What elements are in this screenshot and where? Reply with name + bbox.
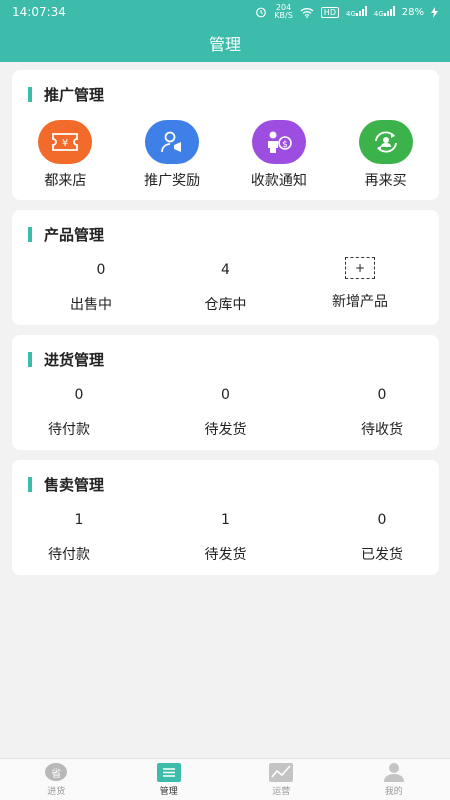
promo-label: 推广奖励 <box>144 173 201 189</box>
chart-icon <box>269 762 294 782</box>
user-icon <box>382 762 406 782</box>
promo-item-reward[interactable]: 推广奖励 <box>119 120 226 190</box>
tab-operations[interactable]: 运营 <box>225 759 338 800</box>
add-icon: + <box>345 257 375 279</box>
person-refresh-icon <box>358 120 413 164</box>
products-stats: 0 出售中 4 仓库中 + 新增产品 <box>12 257 439 314</box>
stat-label: 新增产品 <box>332 294 388 310</box>
tab-label: 我的 <box>384 787 403 797</box>
stat-value: 1 <box>74 512 84 528</box>
promo-item-buy-again[interactable]: 再来买 <box>332 120 439 190</box>
svg-text:$: $ <box>282 140 288 150</box>
status-icons: 204 KB/S HD 4G 4G 28% <box>255 4 438 20</box>
stat-value: 1 <box>221 512 230 528</box>
status-bar: 14:07:34 204 KB/S HD 4G 4G 28% <box>0 0 450 24</box>
tab-label: 运营 <box>272 787 291 797</box>
page-header: 管理 <box>0 24 450 62</box>
promotion-card: 推广管理 ¥ 都来店 推广奖励 $ 收款通知 再来买 <box>12 70 439 200</box>
sales-title: 售卖管理 <box>28 474 104 495</box>
tab-mine[interactable]: 我的 <box>338 759 450 800</box>
stat-pending-payment[interactable]: 1 待付款 <box>24 510 114 564</box>
stat-value: 0 <box>221 387 230 403</box>
stat-label: 待发货 <box>204 422 247 438</box>
purchase-card: 进货管理 0 待付款 0 待发货 0 待收货 <box>12 335 439 450</box>
stat-pending-shipment[interactable]: 0 待发货 <box>181 385 271 439</box>
bottom-tab-bar: 省 进货 管理 运营 我的 <box>0 758 450 800</box>
promo-label: 再来买 <box>364 173 407 189</box>
stat-pending-shipment[interactable]: 1 待发货 <box>181 510 271 564</box>
title-accent-bar <box>28 352 32 367</box>
stat-value: 4 <box>221 262 230 278</box>
hd-badge: HD <box>320 6 339 18</box>
promo-label: 都来店 <box>44 173 87 189</box>
signal-1: 4G <box>346 5 367 19</box>
stat-label: 出售中 <box>70 297 112 313</box>
stat-pending-receipt[interactable]: 0 待收货 <box>337 385 427 439</box>
stat-label: 仓库中 <box>204 297 247 313</box>
sales-card: 售卖管理 1 待付款 1 待发货 0 已发货 <box>12 460 439 575</box>
status-time: 14:07:34 <box>12 5 66 19</box>
title-accent-bar <box>28 87 32 102</box>
stat-warehouse[interactable]: 4 仓库中 <box>181 260 271 314</box>
stat-value: 0 <box>74 387 84 403</box>
purchase-title: 进货管理 <box>28 349 104 370</box>
promo-item-payment-notice[interactable]: $ 收款通知 <box>226 120 333 190</box>
tab-purchase[interactable]: 省 进货 <box>0 759 113 800</box>
tab-label: 管理 <box>159 787 178 797</box>
tab-manage[interactable]: 管理 <box>113 759 226 800</box>
stat-label: 待付款 <box>48 547 90 563</box>
net-speed: 204 KB/S <box>274 3 293 20</box>
ticket-icon: ¥ <box>38 120 93 164</box>
stat-label: 待发货 <box>204 547 247 563</box>
sales-stats: 1 待付款 1 待发货 0 已发货 <box>12 510 439 564</box>
person-megaphone-icon <box>145 120 200 164</box>
promo-item-dulaidian[interactable]: ¥ 都来店 <box>12 120 119 190</box>
promo-label: 收款通知 <box>250 173 307 189</box>
products-card: 产品管理 0 出售中 4 仓库中 + 新增产品 <box>12 210 439 325</box>
signal-2: 4G <box>374 5 395 19</box>
stat-label: 待收货 <box>361 422 403 438</box>
signal-bars-icon <box>355 5 367 16</box>
purchase-stats: 0 待付款 0 待发货 0 待收货 <box>12 385 439 439</box>
sheng-icon: 省 <box>44 762 68 782</box>
tab-label: 进货 <box>47 787 66 797</box>
promotion-title: 推广管理 <box>28 84 104 105</box>
menu-icon <box>156 762 181 782</box>
products-title: 产品管理 <box>28 224 104 245</box>
stat-label: 待付款 <box>48 422 90 438</box>
stat-label: 已发货 <box>361 547 403 563</box>
promotion-items: ¥ 都来店 推广奖励 $ 收款通知 再来买 <box>12 120 439 190</box>
title-accent-bar <box>28 227 32 242</box>
alarm-icon <box>256 7 267 18</box>
stat-value: 0 <box>96 262 106 278</box>
wifi-icon <box>300 7 314 18</box>
svg-text:¥: ¥ <box>62 138 68 149</box>
stat-shipped[interactable]: 0 已发货 <box>337 510 427 564</box>
signal-bars-icon <box>383 5 395 16</box>
page-title: 管理 <box>208 35 241 54</box>
charging-icon <box>431 6 438 18</box>
stat-value: 0 <box>377 512 387 528</box>
person-money-icon: $ <box>251 120 306 164</box>
stat-pending-payment[interactable]: 0 待付款 <box>24 385 114 439</box>
battery-level: 28% <box>401 6 424 18</box>
add-product-button[interactable]: + 新增产品 <box>315 257 405 314</box>
title-accent-bar <box>28 477 32 492</box>
stat-on-sale[interactable]: 0 出售中 <box>46 260 136 314</box>
stat-value: 0 <box>377 387 387 403</box>
